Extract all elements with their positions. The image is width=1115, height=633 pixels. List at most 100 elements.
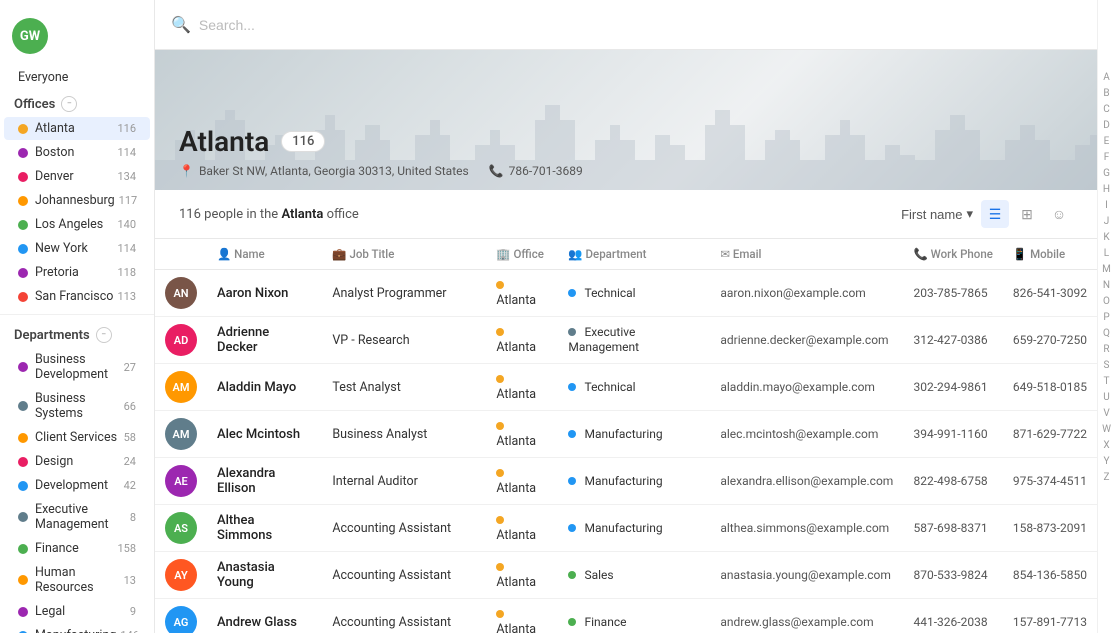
card-view-button[interactable]: ☺ — [1045, 200, 1073, 228]
office-indicator — [496, 375, 504, 383]
alpha-letter-d[interactable]: D — [1103, 118, 1110, 134]
table-row[interactable]: AG Andrew Glass Accounting Assistant Atl… — [155, 599, 1097, 633]
alpha-letter-o[interactable]: O — [1103, 294, 1110, 310]
dept-cell: Executive Management — [558, 317, 710, 364]
dept-dot — [568, 477, 576, 485]
grid-view-button[interactable]: ⊞ — [1013, 200, 1041, 228]
alpha-letter-j[interactable]: J — [1104, 214, 1110, 230]
sidebar-item-office-boston[interactable]: Boston 114 — [4, 141, 150, 164]
sidebar-item-dept-executive-management[interactable]: Executive Management 8 — [4, 498, 150, 536]
alpha-letter-r[interactable]: R — [1103, 342, 1109, 358]
col-workphone[interactable]: 📞 Work Phone — [904, 239, 1003, 270]
sidebar-item-dept-development[interactable]: Development 42 — [4, 474, 150, 497]
col-mobile[interactable]: 📱 Mobile — [1003, 239, 1097, 270]
table-row[interactable]: AN Aaron Nixon Analyst Programmer Atlant… — [155, 270, 1097, 317]
alpha-letter-l[interactable]: L — [1104, 246, 1109, 262]
alpha-letter-w[interactable]: W — [1102, 422, 1111, 438]
work-phone-cell: 587-698-8371 — [904, 505, 1003, 552]
alpha-letter-m[interactable]: M — [1102, 262, 1111, 278]
alpha-letter-u[interactable]: U — [1103, 390, 1109, 406]
alpha-letter-h[interactable]: H — [1103, 182, 1110, 198]
dept-dot — [18, 575, 28, 585]
departments-list: Business Development 27 Business Systems… — [0, 348, 154, 633]
sidebar-item-dept-business-systems[interactable]: Business Systems 66 — [4, 387, 150, 425]
alpha-letter-s[interactable]: S — [1104, 358, 1110, 374]
table-row[interactable]: AM Aladdin Mayo Test Analyst Atlanta Tec… — [155, 364, 1097, 411]
alpha-letter-e[interactable]: E — [1104, 134, 1110, 150]
dept-dot — [18, 481, 28, 491]
alpha-letter-p[interactable]: P — [1103, 310, 1109, 326]
alpha-letter-v[interactable]: V — [1103, 406, 1109, 422]
table-row[interactable]: AE Alexandra Ellison Internal Auditor At… — [155, 458, 1097, 505]
sidebar-item-office-san francisco[interactable]: San Francisco 113 — [4, 285, 150, 308]
alpha-letter-t[interactable]: T — [1104, 374, 1110, 390]
sidebar-item-dept-client-services[interactable]: Client Services 58 — [4, 426, 150, 449]
sidebar-item-office-denver[interactable]: Denver 134 — [4, 165, 150, 188]
dept-dot — [18, 512, 28, 522]
office-header: Atlanta 116 📍 Baker St NW, Atlanta, Geor… — [155, 50, 1097, 190]
sidebar-divider — [0, 314, 154, 315]
office-cell: Atlanta — [486, 458, 558, 505]
work-phone-cell: 870-533-9824 — [904, 552, 1003, 599]
dept-count: 13 — [124, 574, 136, 587]
office-indicator — [496, 469, 504, 477]
list-view-button[interactable]: ☰ — [981, 200, 1009, 228]
sidebar-item-dept-design[interactable]: Design 24 — [4, 450, 150, 473]
work-phone-cell: 302-294-9861 — [904, 364, 1003, 411]
sidebar-item-office-pretoria[interactable]: Pretoria 118 — [4, 261, 150, 284]
col-name[interactable]: 👤 Name — [207, 239, 322, 270]
col-office[interactable]: 🏢 Office — [486, 239, 558, 270]
people-table: 👤 Name 💼 Job Title 🏢 Office 👥 Department… — [155, 239, 1097, 633]
office-name: Atlanta — [35, 121, 113, 136]
col-email[interactable]: ✉ Email — [710, 239, 903, 270]
alpha-letter-g[interactable]: G — [1103, 166, 1110, 182]
dept-name: Development — [35, 478, 120, 493]
dept-count: 8 — [130, 511, 136, 524]
office-count-badge: 116 — [281, 131, 325, 152]
alpha-letter-z[interactable]: Z — [1104, 470, 1110, 486]
avatar-cell: AM — [155, 411, 207, 458]
departments-collapse-icon[interactable]: − — [96, 327, 112, 343]
sidebar-item-dept-business-development[interactable]: Business Development 27 — [4, 348, 150, 386]
sidebar-everyone[interactable]: Everyone — [4, 66, 150, 89]
sidebar-item-dept-human-resources[interactable]: Human Resources 13 — [4, 561, 150, 599]
sidebar-item-dept-legal[interactable]: Legal 9 — [4, 600, 150, 623]
sort-button[interactable]: First name ▾ — [901, 206, 973, 222]
name-cell: Andrew Glass — [207, 599, 322, 633]
dept-count: 27 — [124, 361, 136, 374]
office-meta: 📍 Baker St NW, Atlanta, Georgia 30313, U… — [179, 164, 1073, 178]
sidebar-item-dept-finance[interactable]: Finance 158 — [4, 537, 150, 560]
alpha-letter-f[interactable]: F — [1104, 150, 1110, 166]
alpha-letter-q[interactable]: Q — [1103, 326, 1110, 342]
col-jobtitle[interactable]: 💼 Job Title — [322, 239, 486, 270]
search-input[interactable] — [199, 17, 1081, 33]
office-header-content: Atlanta 116 📍 Baker St NW, Atlanta, Geor… — [155, 50, 1097, 190]
table-row[interactable]: AY Anastasia Young Accounting Assistant … — [155, 552, 1097, 599]
dept-dot — [18, 544, 28, 554]
sidebar-everyone-label: Everyone — [18, 70, 136, 85]
avatar-placeholder: AN — [165, 277, 197, 309]
alpha-letter-c[interactable]: C — [1103, 102, 1110, 118]
sidebar-item-dept-manufacturing[interactable]: Manufacturing 146 — [4, 624, 150, 633]
table-row[interactable]: AS Althea Simmons Accounting Assistant A… — [155, 505, 1097, 552]
sidebar-item-office-new york[interactable]: New York 114 — [4, 237, 150, 260]
sidebar-item-office-johannesburg[interactable]: Johannesburg 117 — [4, 189, 150, 212]
work-phone-cell: 822-498-6758 — [904, 458, 1003, 505]
alpha-letter-i[interactable]: I — [1105, 198, 1108, 214]
dept-cell: Technical — [558, 364, 710, 411]
alpha-letter-x[interactable]: X — [1103, 438, 1109, 454]
alpha-letter-b[interactable]: B — [1103, 86, 1109, 102]
sidebar-item-office-los angeles[interactable]: Los Angeles 140 — [4, 213, 150, 236]
alpha-letter-a[interactable]: A — [1103, 70, 1110, 86]
avatar-placeholder: AD — [165, 324, 197, 356]
table-row[interactable]: AM Alec Mcintosh Business Analyst Atlant… — [155, 411, 1097, 458]
offices-collapse-icon[interactable]: − — [61, 96, 77, 112]
alpha-letter-n[interactable]: N — [1103, 278, 1110, 294]
avatar-cell: AN — [155, 270, 207, 317]
col-department[interactable]: 👥 Department — [558, 239, 710, 270]
dept-count: 66 — [124, 400, 136, 413]
alpha-letter-y[interactable]: Y — [1103, 454, 1109, 470]
table-row[interactable]: AD Adrienne Decker VP - Research Atlanta… — [155, 317, 1097, 364]
alpha-letter-k[interactable]: K — [1103, 230, 1109, 246]
sidebar-item-office-atlanta[interactable]: Atlanta 116 — [4, 117, 150, 140]
